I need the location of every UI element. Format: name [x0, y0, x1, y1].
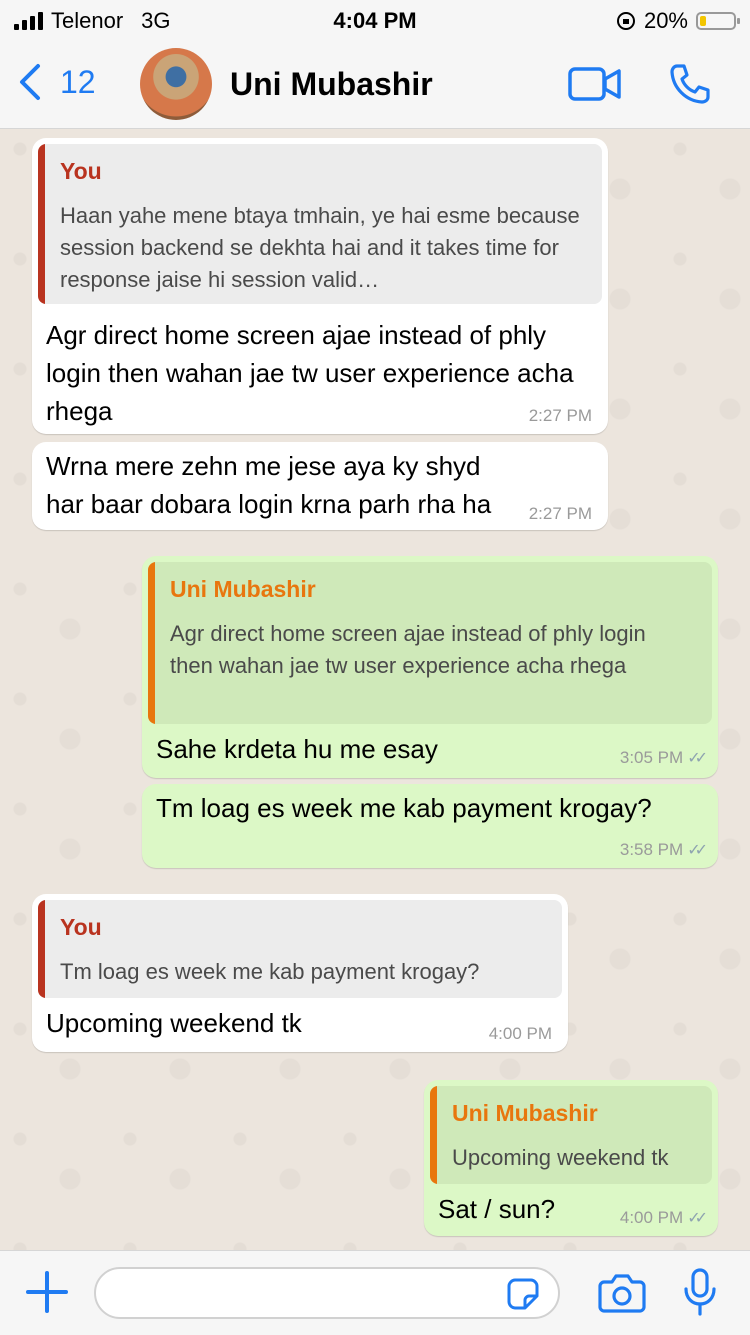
- battery-icon: [696, 12, 740, 30]
- voice-note-button[interactable]: [682, 1267, 718, 1322]
- reply-bar: [38, 144, 45, 304]
- reply-quote[interactable]: You Tm loag es week me kab payment kroga…: [38, 900, 562, 998]
- battery-percent: 20%: [643, 8, 688, 33]
- composer-bar: [0, 1250, 750, 1335]
- message-time: 4:00 PM: [488, 1024, 552, 1043]
- reply-text: Haan yahe mene btaya tmhain, ye hai esme…: [60, 203, 580, 292]
- reply-bar: [430, 1086, 437, 1184]
- read-receipt-icon: ✓✓: [687, 1210, 708, 1227]
- reply-author: Uni Mubashir: [170, 576, 316, 602]
- message-bubble[interactable]: Uni Mubashir Agr direct home screen ajae…: [142, 556, 718, 778]
- reply-quote[interactable]: Uni Mubashir Agr direct home screen ajae…: [148, 562, 712, 724]
- orientation-lock-icon: [616, 12, 635, 30]
- reply-text: Tm loag es week me kab payment krogay?: [60, 959, 480, 984]
- sticker-icon: [507, 1278, 539, 1310]
- message-input-container: [94, 1267, 560, 1319]
- reply-author: You: [60, 914, 102, 940]
- status-bar: Telenor 3G 4:04 PM 20%: [0, 0, 750, 40]
- camera-button[interactable]: [598, 1273, 646, 1318]
- video-camera-icon: [568, 67, 621, 101]
- unread-count: 12: [60, 63, 96, 100]
- camera-icon: [598, 1274, 646, 1313]
- message-time: 3:05 PM: [619, 748, 684, 767]
- message-text: Sahe krdeta hu me esay: [156, 734, 438, 764]
- reply-bar: [148, 562, 155, 724]
- avatar[interactable]: [140, 48, 212, 120]
- message-bubble[interactable]: Uni Mubashir Upcoming weekend tk Sat / s…: [424, 1080, 718, 1236]
- reply-author: Uni Mubashir: [452, 1100, 598, 1126]
- message-text: Upcoming weekend tk: [46, 1008, 302, 1038]
- contact-name[interactable]: Uni Mubashir: [230, 66, 433, 103]
- read-receipt-icon: ✓✓: [687, 750, 708, 767]
- message-time: 2:27 PM: [528, 406, 592, 425]
- sticker-button[interactable]: [506, 1277, 540, 1316]
- message-time: 2:27 PM: [528, 504, 592, 523]
- message-list[interactable]: You Haan yahe mene btaya tmhain, ye hai …: [0, 129, 750, 1250]
- message-text: Tm loag es week me kab payment krogay?: [156, 793, 652, 823]
- back-button[interactable]: 12: [18, 62, 96, 102]
- message-bubble[interactable]: You Tm loag es week me kab payment kroga…: [32, 894, 568, 1052]
- message-text: Agr direct home screen ajae instead of p…: [46, 320, 574, 426]
- reply-text: Agr direct home screen ajae instead of p…: [170, 621, 646, 678]
- reply-author: You: [60, 158, 102, 184]
- voice-call-button[interactable]: [668, 62, 712, 111]
- attach-button[interactable]: [26, 1271, 68, 1318]
- chevron-left-icon: [20, 64, 40, 100]
- message-meta: 3:05 PM ✓✓: [619, 748, 708, 768]
- video-call-button[interactable]: [568, 66, 622, 107]
- plus-icon: [26, 1271, 68, 1313]
- read-receipt-icon: ✓✓: [687, 842, 708, 859]
- microphone-icon: [684, 1268, 716, 1316]
- reply-quote[interactable]: Uni Mubashir Upcoming weekend tk: [430, 1086, 712, 1184]
- message-bubble[interactable]: You Haan yahe mene btaya tmhain, ye hai …: [32, 138, 608, 434]
- reply-quote[interactable]: You Haan yahe mene btaya tmhain, ye hai …: [38, 144, 602, 304]
- message-text: Wrna mere zehn me jese aya ky shyd har b…: [46, 451, 492, 519]
- message-input[interactable]: [112, 1269, 506, 1319]
- reply-text: Upcoming weekend tk: [452, 1145, 669, 1170]
- message-meta: 4:00 PM ✓✓: [619, 1208, 708, 1228]
- chat-header: 12 Uni Mubashir: [0, 40, 750, 129]
- message-time: 4:00 PM: [619, 1208, 684, 1227]
- message-time: 3:58 PM: [619, 840, 684, 859]
- message-bubble[interactable]: Wrna mere zehn me jese aya ky shyd har b…: [32, 442, 608, 530]
- reply-bar: [38, 900, 45, 998]
- phone-icon: [670, 64, 710, 104]
- message-bubble[interactable]: Tm loag es week me kab payment krogay? 3…: [142, 784, 718, 868]
- message-meta: 3:58 PM ✓✓: [619, 840, 708, 860]
- message-text: Sat / sun?: [438, 1194, 556, 1224]
